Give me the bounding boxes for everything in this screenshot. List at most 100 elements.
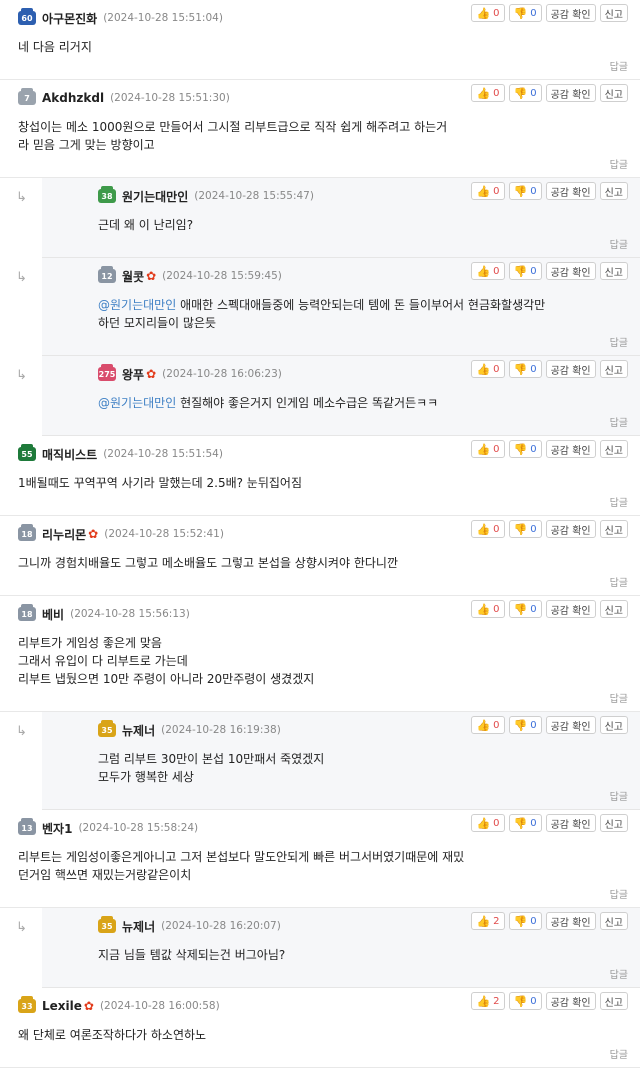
comment-actions: 👍 2 👎 0 공감 확인 신고 <box>471 912 628 930</box>
upvote-count: 0 <box>493 523 500 535</box>
report-button[interactable]: 신고 <box>599 440 628 458</box>
downvote-button[interactable]: 👎 0 <box>508 716 542 734</box>
thumbs-down-icon: 👎 <box>513 442 528 456</box>
upvote-button[interactable]: 👍 0 <box>471 182 505 200</box>
thumbs-down-icon: 👎 <box>513 264 528 278</box>
thumbs-up-icon: 👍 <box>476 442 491 456</box>
nickname[interactable]: 아구몬진화 <box>42 10 97 27</box>
reply-button[interactable]: 답글 <box>18 492 628 515</box>
report-label: 신고 <box>604 525 623 537</box>
report-button[interactable]: 신고 <box>599 814 628 832</box>
report-button[interactable]: 신고 <box>599 600 628 618</box>
timestamp: (2024-10-28 15:52:41) <box>104 528 224 540</box>
downvote-button[interactable]: 👎 0 <box>508 520 542 538</box>
report-button[interactable]: 신고 <box>599 84 628 102</box>
comment-actions: 👍 0 👎 0 공감 확인 신고 <box>471 84 628 102</box>
empathy-check-button[interactable]: 공감 확인 <box>545 262 596 280</box>
downvote-button[interactable]: 👎 0 <box>508 992 542 1010</box>
reply-button[interactable]: 답글 <box>98 332 628 355</box>
downvote-button[interactable]: 👎 0 <box>508 262 542 280</box>
nickname[interactable]: Lexile <box>42 999 82 1013</box>
upvote-button[interactable]: 👍 0 <box>471 4 505 22</box>
nickname[interactable]: 원기는대만인 <box>122 188 188 205</box>
reply-button[interactable]: 답글 <box>18 572 628 595</box>
reply-button[interactable]: 답글 <box>98 412 628 435</box>
nickname[interactable]: 왕푸 <box>122 366 144 383</box>
reply-button[interactable]: 답글 <box>18 56 628 79</box>
downvote-button[interactable]: 👎 0 <box>508 814 542 832</box>
nickname[interactable]: 뉴제너 <box>122 918 155 935</box>
downvote-button[interactable]: 👎 0 <box>508 440 542 458</box>
report-button[interactable]: 신고 <box>599 360 628 378</box>
empathy-check-label: 공감 확인 <box>550 917 591 929</box>
downvote-button[interactable]: 👎 0 <box>508 360 542 378</box>
maple-leaf-icon: ✿ <box>146 269 157 283</box>
reply-button[interactable]: 답글 <box>18 1044 628 1067</box>
upvote-button[interactable]: 👍 0 <box>471 84 505 102</box>
reply-button[interactable]: 답글 <box>18 688 628 711</box>
downvote-button[interactable]: 👎 0 <box>508 84 542 102</box>
downvote-button[interactable]: 👎 0 <box>508 182 542 200</box>
report-label: 신고 <box>604 721 623 733</box>
reply-button[interactable]: 답글 <box>98 786 628 809</box>
upvote-button[interactable]: 👍 2 <box>471 992 505 1010</box>
mention-link[interactable]: @원기는대만인 <box>98 298 176 312</box>
thumbs-down-icon: 👎 <box>513 994 528 1008</box>
report-button[interactable]: 신고 <box>599 716 628 734</box>
nickname[interactable]: 매직비스트 <box>42 446 97 463</box>
upvote-count: 2 <box>493 995 500 1007</box>
timestamp: (2024-10-28 16:00:58) <box>99 1000 220 1012</box>
report-button[interactable]: 신고 <box>599 520 628 538</box>
reply-button[interactable]: 답글 <box>18 884 628 907</box>
report-button[interactable]: 신고 <box>599 992 628 1010</box>
maple-leaf-icon: ✿ <box>88 527 99 541</box>
upvote-button[interactable]: 👍 0 <box>471 520 505 538</box>
thumbs-down-icon: 👎 <box>513 602 528 616</box>
comment: 55 매직비스트 (2024-10-28 15:51:54) 👍 0 👎 0 공감 … <box>0 436 640 516</box>
empathy-check-button[interactable]: 공감 확인 <box>545 912 596 930</box>
reply-button[interactable]: 답글 <box>98 964 628 987</box>
empathy-check-button[interactable]: 공감 확인 <box>545 4 596 22</box>
empathy-check-button[interactable]: 공감 확인 <box>545 520 596 538</box>
nickname[interactable]: 베비 <box>42 606 64 623</box>
nickname[interactable]: Akdhzkdl <box>42 91 104 105</box>
empathy-check-button[interactable]: 공감 확인 <box>545 600 596 618</box>
upvote-button[interactable]: 👍 0 <box>471 262 505 280</box>
reply-button[interactable]: 답글 <box>18 154 628 177</box>
timestamp: (2024-10-28 15:51:04) <box>103 12 223 24</box>
maple-leaf-icon: ✿ <box>146 367 157 381</box>
empathy-check-button[interactable]: 공감 확인 <box>545 360 596 378</box>
upvote-button[interactable]: 👍 2 <box>471 912 505 930</box>
empathy-check-button[interactable]: 공감 확인 <box>545 440 596 458</box>
comment-text: 왜 단체로 여론조작하다가 하소연하노 <box>18 1028 207 1042</box>
comment-text: 그럼 리부트 30만이 본섭 10만패서 죽였겠지 모두가 행복한 세상 <box>98 752 325 784</box>
upvote-button[interactable]: 👍 0 <box>471 716 505 734</box>
empathy-check-button[interactable]: 공감 확인 <box>545 84 596 102</box>
upvote-button[interactable]: 👍 0 <box>471 440 505 458</box>
report-button[interactable]: 신고 <box>599 4 628 22</box>
comment-text: 창섭이는 메소 1000원으로 만들어서 그시절 리부트급으로 직작 쉽게 해주… <box>18 120 448 152</box>
empathy-check-button[interactable]: 공감 확인 <box>545 716 596 734</box>
downvote-button[interactable]: 👎 0 <box>508 4 542 22</box>
comment-actions: 👍 2 👎 0 공감 확인 신고 <box>471 992 628 1010</box>
reply-button[interactable]: 답글 <box>98 234 628 257</box>
empathy-check-button[interactable]: 공감 확인 <box>545 182 596 200</box>
upvote-button[interactable]: 👍 0 <box>471 360 505 378</box>
downvote-button[interactable]: 👎 0 <box>508 600 542 618</box>
report-button[interactable]: 신고 <box>599 262 628 280</box>
empathy-check-button[interactable]: 공감 확인 <box>545 814 596 832</box>
upvote-button[interactable]: 👍 0 <box>471 814 505 832</box>
nickname[interactable]: 벤자1 <box>42 820 72 837</box>
empathy-check-button[interactable]: 공감 확인 <box>545 992 596 1010</box>
upvote-button[interactable]: 👍 0 <box>471 600 505 618</box>
mention-link[interactable]: @원기는대만인 <box>98 396 176 410</box>
report-button[interactable]: 신고 <box>599 912 628 930</box>
reply-comment: 35 뉴제너 (2024-10-28 16:20:07) 👍 2 👎 0 공감 확인… <box>42 908 640 988</box>
nickname[interactable]: 리누리몬 <box>42 526 86 543</box>
downvote-button[interactable]: 👎 0 <box>508 912 542 930</box>
nickname[interactable]: 뉴제너 <box>122 722 155 739</box>
report-button[interactable]: 신고 <box>599 182 628 200</box>
comment-actions: 👍 0 👎 0 공감 확인 신고 <box>471 262 628 280</box>
reply-wrapper: ↳ 275 왕푸 ✿ (2024-10-28 16:06:23) 👍 0 👎 0 공… <box>0 356 640 436</box>
nickname[interactable]: 월콧 <box>122 268 144 285</box>
